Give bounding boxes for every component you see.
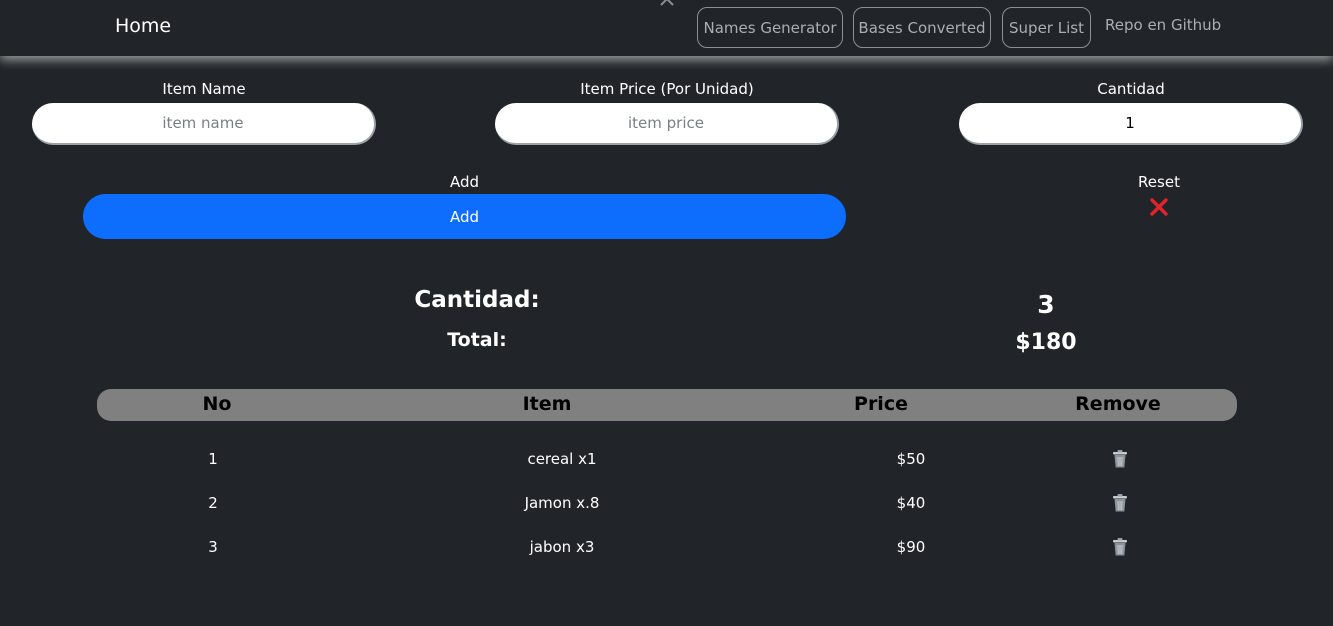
item-name-label: Item Name [162,80,246,98]
table-row: 3 jabon x3 $90 [97,533,1237,563]
table-row: 2 Jamon x.8 $40 [97,489,1237,519]
add-label: Add [449,173,480,191]
trash-icon[interactable] [1111,493,1129,513]
chevron-up-icon[interactable] [659,0,675,7]
row-no: 2 [208,494,218,512]
row-no: 1 [208,450,218,468]
summary-quantity-label: Cantidad: [414,287,540,313]
table-header: No Item Price Remove [97,389,1237,421]
nav-super-list-button[interactable]: Super List [1002,7,1091,48]
item-price-input[interactable] [495,103,839,145]
row-no: 3 [208,538,218,556]
header-item: Item [522,393,572,415]
header-remove: Remove [1075,393,1161,415]
cross-mark-icon[interactable] [1149,197,1169,217]
navbar: Home Names Generator Bases Converted Sup… [0,0,1333,56]
page: Home Names Generator Bases Converted Sup… [0,0,1333,626]
item-name-input[interactable] [32,103,376,145]
header-price: Price [854,393,908,415]
reset-label: Reset [1138,173,1180,191]
row-item: jabon x3 [529,538,595,556]
row-price: $50 [896,450,926,468]
add-button[interactable]: Add [83,194,846,239]
brand-home-link[interactable]: Home [115,15,171,37]
quantity-input[interactable] [959,103,1303,145]
quantity-label: Cantidad [1097,80,1165,98]
item-price-label: Item Price (Por Unidad) [580,80,754,98]
trash-icon[interactable] [1111,449,1129,469]
trash-icon[interactable] [1111,537,1129,557]
row-price: $40 [896,494,926,512]
nav-names-generator-button[interactable]: Names Generator [697,7,843,48]
table-row: 1 cereal x1 $50 [97,445,1237,475]
summary-total-value: $180 [1015,330,1077,355]
header-no: No [202,393,232,415]
summary-quantity-value: 3 [1037,290,1055,319]
repo-github-link[interactable]: Repo en Github [1105,16,1221,34]
row-price: $90 [896,538,926,556]
nav-bases-converted-button[interactable]: Bases Converted [853,7,991,48]
summary-total-label: Total: [447,329,507,351]
row-item: cereal x1 [527,450,597,468]
row-item: Jamon x.8 [524,494,600,512]
